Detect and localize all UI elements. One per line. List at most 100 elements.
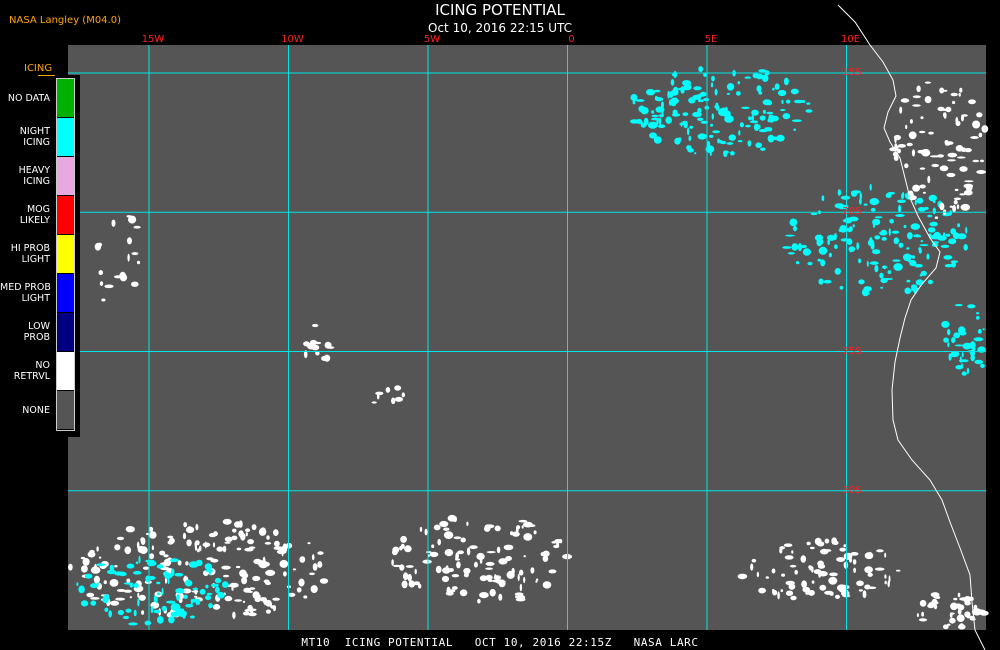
cloud-patch: [766, 111, 774, 115]
cloud-patch: [801, 100, 806, 103]
cloud-patch: [311, 554, 315, 561]
cloud-patch: [135, 561, 139, 565]
cloud-patch: [176, 594, 180, 601]
cloud-patch: [493, 575, 502, 580]
cloud-patch: [965, 226, 968, 234]
cloud-patch: [828, 576, 838, 585]
cloud-patch: [232, 611, 236, 619]
cloud-patch: [744, 76, 751, 79]
cloud-patch: [156, 592, 161, 596]
cloud-patch: [235, 565, 241, 569]
cloud-patch: [68, 563, 73, 571]
cloud-patch: [437, 538, 442, 546]
cloud-patch: [455, 558, 460, 561]
cloud-patch: [889, 218, 895, 224]
cloud-patch: [818, 278, 824, 285]
cloud-patch: [451, 574, 460, 578]
cloud-patch: [168, 616, 175, 624]
cloud-patch: [414, 568, 417, 575]
cloud-patch: [425, 551, 432, 554]
cloud-patch: [937, 154, 944, 158]
cloud-patch: [190, 598, 201, 603]
cloud-patch: [298, 578, 305, 587]
cloud-patch: [939, 202, 945, 211]
cloud-patch: [128, 622, 138, 626]
cloud-patch: [142, 566, 149, 570]
cloud-patch: [116, 589, 126, 592]
cloud-patch: [874, 567, 885, 571]
cloud-patch: [884, 574, 887, 579]
cloud-patch: [137, 545, 145, 554]
cloud-patch: [824, 538, 830, 544]
cloud-patch: [723, 150, 728, 157]
cloud-patch: [630, 119, 639, 124]
cloud-patch: [958, 359, 969, 363]
cloud-patch: [912, 255, 915, 259]
cloud-patch: [807, 261, 813, 266]
cloud-patch: [790, 88, 799, 95]
cloud-patch: [424, 528, 428, 536]
cloud-patch: [771, 568, 776, 574]
cloud-patch: [929, 221, 938, 227]
cloud-patch: [515, 597, 526, 602]
legend-label-1: NIGHT ICING: [19, 126, 50, 148]
cloud-patch: [950, 612, 955, 615]
cloud-patch: [893, 237, 899, 245]
cloud-patch: [879, 272, 884, 279]
cloud-patch: [948, 238, 957, 245]
cloud-patch: [679, 123, 686, 125]
cloud-patch: [785, 99, 791, 104]
cloud-patch: [671, 73, 676, 77]
cloud-patch: [839, 285, 844, 290]
cloud-patch: [753, 123, 760, 131]
cloud-patch: [670, 97, 679, 105]
cloud-patch: [457, 550, 464, 555]
cloud-patch: [940, 244, 950, 248]
cloud-patch: [914, 263, 923, 268]
cloud-patch: [949, 205, 954, 208]
cloud-patch: [494, 525, 501, 532]
cloud-patch: [966, 367, 970, 374]
cloud-patch: [309, 572, 315, 576]
cloud-patch: [161, 587, 164, 596]
cloud-patch: [125, 526, 135, 533]
cloud-patch: [405, 565, 414, 568]
cloud-patch: [697, 117, 704, 122]
cloud-patch: [231, 585, 234, 591]
cloud-patch: [212, 604, 221, 610]
cloud-patch: [932, 200, 936, 203]
cloud-patch: [87, 551, 96, 558]
cloud-patch: [953, 597, 958, 601]
cloud-patch: [958, 624, 966, 630]
cloud-patch: [371, 401, 377, 404]
cloud-patch: [780, 109, 786, 111]
cloud-patch: [834, 268, 841, 275]
cloud-patch: [906, 247, 910, 250]
cloud-patch: [245, 528, 251, 532]
cloud-patch: [884, 552, 887, 558]
cloud-patch: [90, 566, 101, 574]
cloud-patch: [86, 592, 95, 598]
cloud-patch: [907, 232, 913, 240]
cloud-patch: [145, 532, 151, 536]
cloud-patch: [212, 542, 216, 548]
cloud-patch: [667, 90, 671, 99]
cloud-patch: [114, 565, 118, 568]
cloud-patch: [670, 79, 675, 86]
cloud-patch: [898, 242, 904, 248]
cloud-patch: [453, 536, 462, 540]
cloud-patch: [399, 545, 403, 551]
cloud-patch: [479, 558, 483, 564]
cloud-patch: [919, 184, 926, 189]
cloud-patch: [933, 604, 938, 610]
cloud-patch: [137, 598, 140, 607]
cloud-patch: [961, 371, 967, 376]
cloud-patch: [711, 113, 714, 120]
cloud-patch: [137, 592, 140, 598]
cloud-patch: [657, 124, 666, 128]
cloud-patch: [190, 615, 195, 619]
cloud-patch: [208, 533, 217, 538]
cloud-patch: [80, 600, 89, 607]
cloud-patch: [959, 166, 968, 172]
lat-tick-label-0: 15S: [842, 67, 862, 78]
